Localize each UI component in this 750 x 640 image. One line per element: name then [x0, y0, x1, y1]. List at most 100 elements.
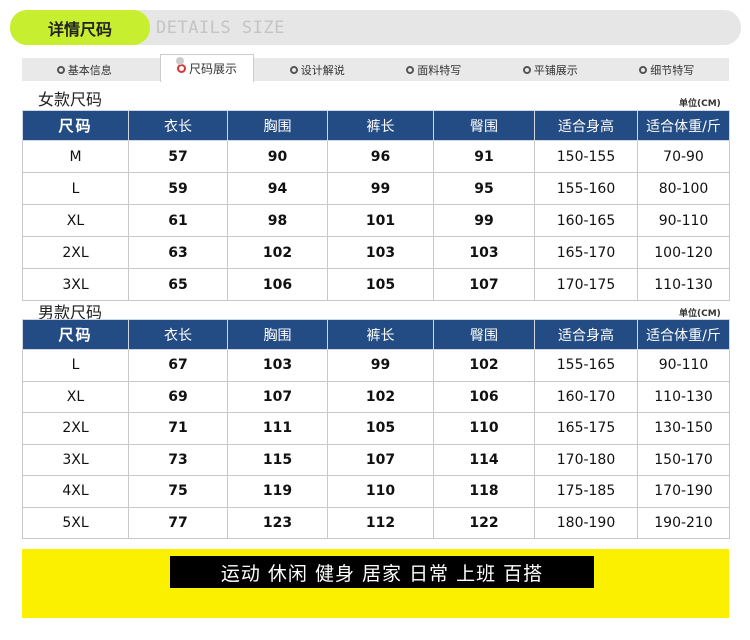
- table-cell: 61: [128, 204, 228, 237]
- column-header: 臀围: [433, 110, 535, 141]
- table-cell: 118: [433, 475, 535, 508]
- table-cell: 110-130: [637, 380, 730, 413]
- size-cell: XL: [22, 380, 129, 413]
- size-cell: 3XL: [22, 268, 129, 301]
- column-header: 胸围: [227, 319, 328, 350]
- table-row: 2XL 71 111 105 110 165-175 130-150: [22, 412, 730, 445]
- table-cell: 77: [128, 506, 228, 539]
- table-cell: 103: [327, 236, 434, 269]
- table-row: M 57 90 96 91 150-155 70-90: [22, 140, 730, 173]
- table-cell: 160-170: [534, 380, 638, 413]
- table-row: 3XL 65 106 105 107 170-175 110-130: [22, 268, 730, 301]
- men-unit-label: 单位(CM): [679, 309, 721, 319]
- table-header-row: 尺码 衣长 胸围 裤长 臀围 适合身高 适合体重/斤: [22, 110, 730, 141]
- table-row: 5XL 77 123 112 122 180-190 190-210: [22, 506, 730, 539]
- table-cell: 63: [128, 236, 228, 269]
- women-size-table: 尺码 衣长 胸围 裤长 臀围 适合身高 适合体重/斤 M 57 90 96 91 150-155 70-…: [22, 110, 730, 301]
- table-row: XL 61 98 101 99 160-165 90-110: [22, 204, 730, 237]
- table-cell: 115: [227, 443, 328, 476]
- tab-flat[interactable]: 平铺展示: [522, 62, 578, 78]
- table-row: L 67 103 99 102 155-165 90-110: [22, 349, 730, 382]
- size-cell: 3XL: [22, 443, 129, 476]
- column-header: 裤长: [327, 319, 434, 350]
- radio-icon: [289, 65, 298, 74]
- tab-bar: 基本信息 尺码展示 设计解说 面料特写 平铺展示 细节特写: [22, 58, 729, 81]
- table-cell: 107: [327, 443, 434, 476]
- tab-design[interactable]: 设计解说: [289, 62, 345, 78]
- table-cell: 170-190: [637, 475, 730, 508]
- radio-icon: [522, 65, 531, 74]
- column-header: 尺码: [22, 110, 129, 141]
- radio-icon: [56, 65, 65, 74]
- size-cell: 4XL: [22, 475, 129, 508]
- column-header: 适合身高: [534, 110, 638, 141]
- radio-icon: [639, 65, 648, 74]
- table-cell: 175-185: [534, 475, 638, 508]
- table-cell: 170-175: [534, 268, 638, 301]
- pin-head-icon: [176, 57, 184, 65]
- table-cell: 122: [433, 506, 535, 539]
- table-cell: 94: [227, 172, 328, 205]
- tab-label: 面料特写: [417, 63, 462, 77]
- table-cell: 110-130: [637, 268, 730, 301]
- column-header: 衣长: [128, 110, 228, 141]
- table-cell: 102: [327, 380, 434, 413]
- table-cell: 106: [227, 268, 328, 301]
- header-subtitle: DETAILS SIZE: [156, 17, 285, 38]
- table-cell: 103: [227, 349, 328, 382]
- table-cell: 90-110: [637, 204, 730, 237]
- table-cell: 111: [227, 412, 328, 445]
- table-cell: 106: [433, 380, 535, 413]
- column-header: 衣长: [128, 319, 228, 350]
- size-cell: 2XL: [22, 236, 129, 269]
- tab-detail[interactable]: 细节特写: [639, 62, 694, 78]
- table-cell: 107: [227, 380, 328, 413]
- table-cell: 90-110: [637, 349, 730, 382]
- table-cell: 59: [128, 172, 228, 205]
- column-header: 胸围: [227, 110, 328, 141]
- table-cell: 95: [433, 172, 535, 205]
- table-cell: 73: [128, 443, 228, 476]
- table-cell: 119: [227, 475, 328, 508]
- men-size-table: 尺码 衣长 胸围 裤长 臀围 适合身高 适合体重/斤 L 67 103 99 102 155-165 9…: [22, 319, 730, 539]
- table-cell: 150-155: [534, 140, 638, 173]
- column-header: 尺码: [22, 319, 129, 350]
- tab-fabric[interactable]: 面料特写: [406, 62, 461, 78]
- size-cell: 2XL: [22, 412, 129, 445]
- table-cell: 103: [433, 236, 535, 269]
- column-header: 适合体重/斤: [637, 319, 730, 350]
- table-row: 3XL 73 115 107 114 170-180 150-170: [22, 443, 730, 476]
- table-cell: 71: [128, 412, 228, 445]
- size-cell: M: [22, 140, 129, 173]
- table-cell: 57: [128, 140, 228, 173]
- table-cell: 99: [327, 349, 434, 382]
- table-cell: 105: [327, 412, 434, 445]
- size-cell: L: [22, 349, 129, 382]
- column-header: 适合身高: [534, 319, 638, 350]
- table-cell: 150-170: [637, 443, 730, 476]
- table-cell: 105: [327, 268, 434, 301]
- tab-basic-info[interactable]: 基本信息: [56, 62, 112, 78]
- table-cell: 67: [128, 349, 228, 382]
- table-cell: 75: [128, 475, 228, 508]
- location-pin-icon: [176, 64, 186, 73]
- size-cell: L: [22, 172, 129, 205]
- tab-size-display[interactable]: 尺码展示: [160, 54, 254, 82]
- table-cell: 155-160: [534, 172, 638, 205]
- table-cell: 96: [327, 140, 434, 173]
- size-cell: XL: [22, 204, 129, 237]
- table-cell: 80-100: [637, 172, 730, 205]
- table-cell: 110: [327, 475, 434, 508]
- table-row: 2XL 63 102 103 103 165-170 100-120: [22, 236, 730, 269]
- table-cell: 112: [327, 506, 434, 539]
- column-header: 适合体重/斤: [637, 110, 730, 141]
- table-cell: 91: [433, 140, 535, 173]
- table-cell: 65: [128, 268, 228, 301]
- table-cell: 165-175: [534, 412, 638, 445]
- women-section-title: 女款尺码: [38, 90, 103, 109]
- table-cell: 130-150: [637, 412, 730, 445]
- table-cell: 102: [433, 349, 535, 382]
- table-row: XL 69 107 102 106 160-170 110-130: [22, 380, 730, 413]
- tab-label: 设计解说: [300, 63, 345, 77]
- table-cell: 110: [433, 412, 535, 445]
